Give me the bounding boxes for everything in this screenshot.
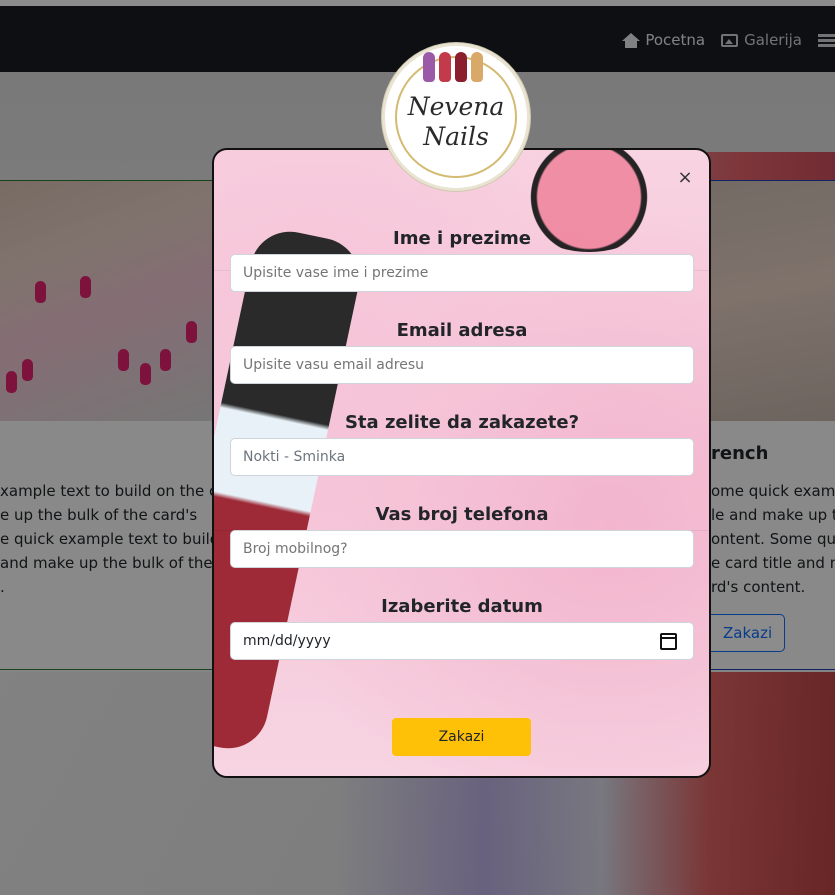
email-label: Email adresa xyxy=(396,320,528,341)
date-value: mm/dd/yyyy xyxy=(243,633,331,649)
phone-input[interactable] xyxy=(230,530,694,568)
name-label: Ime i prezime xyxy=(393,228,531,249)
email-input[interactable] xyxy=(230,346,694,384)
calendar-icon[interactable] xyxy=(660,633,677,650)
date-input[interactable]: mm/dd/yyyy xyxy=(230,622,694,660)
name-input[interactable] xyxy=(230,254,694,292)
date-label: Izaberite datum xyxy=(381,596,543,617)
close-icon[interactable]: × xyxy=(677,169,693,187)
booking-modal: × Ime i prezime Email adresa Sta zelite … xyxy=(212,148,711,778)
phone-label: Vas broj telefona xyxy=(375,504,549,525)
logo-nails-icon xyxy=(423,52,483,82)
logo-text-line2: Nails xyxy=(423,122,489,151)
service-label: Sta zelite da zakazete? xyxy=(344,412,580,433)
zakazi-submit-button[interactable]: Zakazi xyxy=(392,718,531,756)
service-select[interactable]: Nokti - Sminka xyxy=(230,438,694,476)
logo-text-line1: Nevena xyxy=(407,92,505,121)
nevena-nails-logo: Nevena Nails xyxy=(382,43,530,191)
booking-form: Ime i prezime Email adresa Sta zelite da… xyxy=(230,224,694,684)
